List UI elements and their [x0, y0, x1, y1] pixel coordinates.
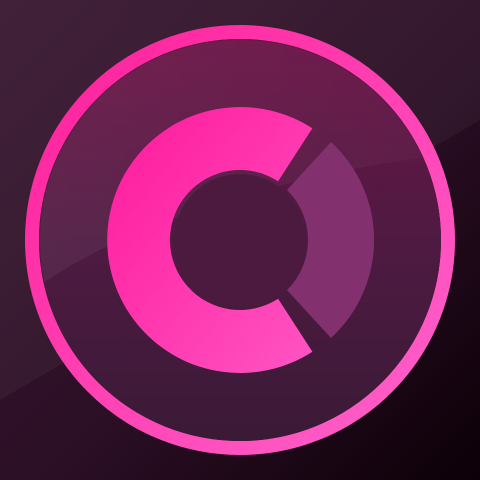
app-icon[interactable] [0, 0, 480, 480]
donut-chart-logo [0, 0, 480, 480]
donut-center-hole [174, 174, 306, 306]
